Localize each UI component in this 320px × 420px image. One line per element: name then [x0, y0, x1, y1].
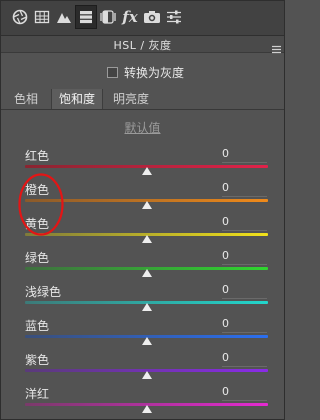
value-underline [222, 230, 267, 231]
grid-icon[interactable] [31, 5, 53, 29]
slider-thumb-green[interactable] [141, 269, 152, 277]
value-underline [222, 298, 267, 299]
grayscale-checkbox[interactable] [107, 66, 118, 78]
slider-thumb-magenta[interactable] [141, 405, 152, 413]
value-underline [222, 162, 267, 163]
convert-grayscale-option[interactable]: 转换为灰度 [107, 64, 184, 80]
slider-value-magenta[interactable]: 0 [222, 385, 267, 398]
value-underline [222, 196, 267, 197]
panel-menu-icon[interactable] [272, 39, 281, 54]
fx-icon[interactable]: fx [119, 5, 141, 29]
slider-label-green: 绿色 [25, 251, 50, 265]
slider-row-aqua: 浅绿色 0 [1, 283, 284, 317]
tab-hue[interactable]: 色相 [1, 89, 51, 109]
slider-row-green: 绿色 0 [1, 249, 284, 283]
slider-label-purple: 紫色 [25, 353, 50, 367]
panel-titlebar: HSL / 灰度 [1, 36, 284, 54]
slider-thumb-aqua[interactable] [141, 303, 152, 311]
split-toning-icon[interactable] [97, 5, 119, 29]
value-underline [222, 400, 267, 401]
slider-value-orange[interactable]: 0 [222, 181, 267, 194]
camera-icon[interactable] [141, 5, 163, 29]
slider-value-aqua[interactable]: 0 [222, 283, 267, 296]
slider-value-yellow[interactable]: 0 [222, 215, 267, 228]
sliders-icon[interactable] [163, 5, 185, 29]
slider-thumb-blue[interactable] [141, 337, 152, 345]
slider-thumb-yellow[interactable] [141, 235, 152, 243]
slider-label-blue: 蓝色 [25, 319, 50, 333]
value-underline [222, 264, 267, 265]
camera-raw-panel: fx HSL / 灰度 转换为灰度 色相 饱和度 明亮度 默认值 红色0橙色 [0, 0, 285, 420]
slider-row-blue: 蓝色 0 [1, 317, 284, 351]
aperture-icon[interactable] [9, 5, 31, 29]
slider-thumb-purple[interactable] [141, 371, 152, 379]
slider-value-red[interactable]: 0 [222, 147, 267, 160]
default-link[interactable]: 默认值 [1, 119, 284, 136]
fx-label: fx [122, 8, 138, 26]
slider-label-aqua: 浅绿色 [25, 285, 62, 299]
slider-thumb-red[interactable] [141, 167, 152, 175]
panel-toolbar: fx [1, 1, 284, 36]
hsl-icon[interactable] [75, 5, 97, 29]
tab-saturation[interactable]: 饱和度 [51, 89, 103, 109]
slider-row-magenta: 洋红 0 [1, 385, 284, 419]
mountain-icon[interactable] [53, 5, 75, 29]
tab-luminance[interactable]: 明亮度 [103, 89, 159, 109]
slider-label-red: 红色 [25, 149, 50, 163]
slider-label-magenta: 洋红 [25, 387, 50, 401]
slider-value-purple[interactable]: 0 [222, 351, 267, 364]
hsl-tabs: 色相 饱和度 明亮度 [1, 89, 284, 110]
slider-thumb-orange[interactable] [141, 201, 152, 209]
value-underline [222, 332, 267, 333]
grayscale-label: 转换为灰度 [124, 65, 185, 80]
slider-row-purple: 紫色 0 [1, 351, 284, 385]
slider-value-blue[interactable]: 0 [222, 317, 267, 330]
panel-title: HSL / 灰度 [113, 39, 172, 52]
slider-value-green[interactable]: 0 [222, 249, 267, 262]
value-underline [222, 366, 267, 367]
annotation-ellipse [18, 173, 64, 236]
